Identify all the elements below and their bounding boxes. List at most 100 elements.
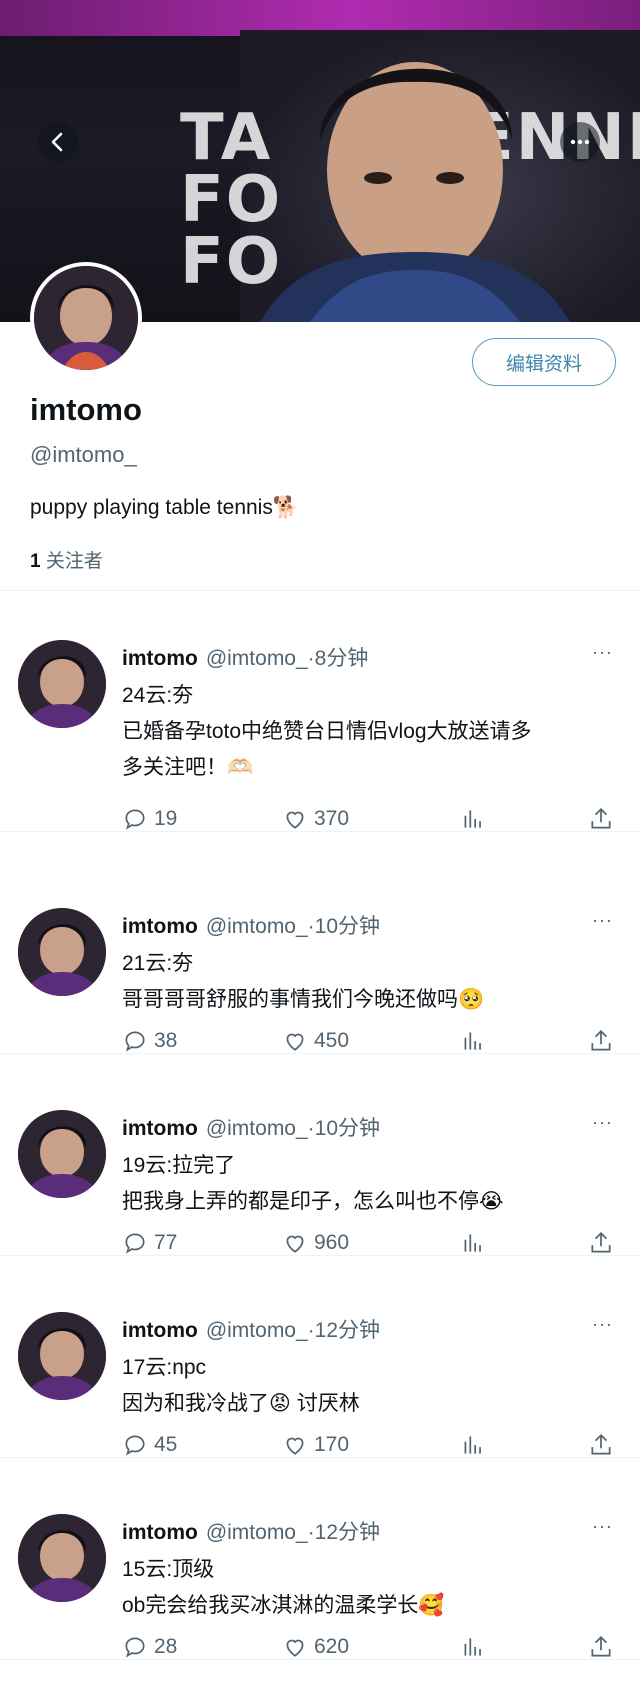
tweet-more-icon[interactable]: ··· — [592, 1516, 613, 1537]
avatar[interactable] — [18, 1110, 106, 1198]
tweet-author-name[interactable]: imtomo — [122, 1521, 198, 1544]
tweet-text-line: 多关注吧！🫶🏻 — [122, 756, 254, 779]
tweet-header: imtomo @imtomo_·8分钟 — [122, 642, 368, 672]
like-count: 620 — [314, 1635, 350, 1658]
avatar-photo — [34, 266, 138, 370]
share-button[interactable] — [588, 1028, 620, 1054]
reply-button[interactable]: 19 — [122, 806, 177, 832]
tweet-text-line: 哥哥哥哥舒服的事情我们今晚还做吗🥺 — [122, 988, 485, 1011]
share-icon — [591, 1636, 611, 1657]
heart-icon — [286, 1639, 304, 1657]
avatar[interactable] — [18, 1312, 106, 1400]
tweet-text-line: 因为和我冷战了😡 讨厌林 — [122, 1392, 360, 1415]
share-button[interactable] — [588, 806, 620, 832]
tweet-header: imtomo @imtomo_·10分钟 — [122, 1112, 380, 1142]
tweet[interactable]: imtomo @imtomo_·12分钟 ··· 17云:npc 因为和我冷战了😡… — [0, 1272, 640, 1458]
share-icon — [591, 1030, 611, 1051]
more-horizontal-icon[interactable] — [560, 122, 600, 162]
reply-count: 77 — [154, 1231, 178, 1254]
tweet-meta: @imtomo_·10分钟 — [205, 915, 381, 938]
like-count: 170 — [314, 1433, 350, 1456]
like-count: 370 — [314, 807, 350, 830]
heart-icon — [286, 811, 304, 829]
like-button[interactable]: 170 — [282, 1432, 349, 1458]
reply-button[interactable]: 45 — [122, 1432, 177, 1458]
tweet-meta: @imtomo_·12分钟 — [205, 1521, 381, 1544]
tweet[interactable]: imtomo @imtomo_·12分钟 ··· 15云:顶级 ob完会给我买冰淇… — [0, 1474, 640, 1660]
back-arrow-icon[interactable] — [38, 122, 78, 162]
tweet-actions: 19 370 — [122, 806, 622, 840]
profile-divider — [0, 590, 640, 591]
tweet-author-name[interactable]: imtomo — [122, 1319, 198, 1342]
followers-label: 关注者 — [45, 551, 103, 572]
tweet-author-name[interactable]: imtomo — [122, 915, 198, 938]
profile-display-name: imtomo — [30, 392, 142, 427]
analytics-button[interactable] — [460, 1432, 492, 1458]
avatar[interactable] — [18, 640, 106, 728]
bar-chart-icon — [464, 810, 481, 828]
like-button[interactable]: 370 — [282, 806, 349, 832]
reply-icon — [125, 1637, 145, 1658]
tweet-meta: @imtomo_·8分钟 — [205, 647, 369, 670]
share-button[interactable] — [588, 1634, 620, 1660]
tweet-actions: 38 450 — [122, 1028, 622, 1062]
tweet-author-name[interactable]: imtomo — [122, 647, 198, 670]
share-icon — [591, 808, 611, 829]
followers-count: 1 — [30, 551, 41, 572]
tweet-header: imtomo @imtomo_·12分钟 — [122, 1314, 380, 1344]
share-icon — [591, 1232, 611, 1253]
profile-avatar[interactable] — [30, 262, 142, 374]
followers-link[interactable]: 1 关注者 — [30, 546, 103, 573]
tweet-text-line: 19云:拉完了 — [122, 1154, 236, 1177]
tweet-header: imtomo @imtomo_·10分钟 — [122, 910, 380, 940]
reply-count: 19 — [154, 807, 178, 830]
reply-button[interactable]: 28 — [122, 1634, 177, 1660]
analytics-button[interactable] — [460, 1634, 492, 1660]
tweet-more-icon[interactable]: ··· — [592, 642, 613, 663]
tweet-author-name[interactable]: imtomo — [122, 1117, 198, 1140]
avatar[interactable] — [18, 908, 106, 996]
reply-button[interactable]: 77 — [122, 1230, 177, 1256]
tweet-text-line: 已婚备孕toto中绝赞台日情侣vlog大放送请多 — [122, 720, 532, 743]
reply-count: 38 — [154, 1029, 178, 1052]
tweet-more-icon[interactable]: ··· — [592, 910, 613, 931]
tweet-actions: 77 960 — [122, 1230, 622, 1264]
edit-profile-button[interactable]: 编辑资料 — [472, 338, 616, 386]
analytics-button[interactable] — [460, 1028, 492, 1054]
banner-player-photo — [260, 62, 570, 322]
tweet-more-icon[interactable]: ··· — [592, 1112, 613, 1133]
share-button[interactable] — [588, 1230, 620, 1256]
tweet-text-line: 21云:夯 — [122, 952, 194, 975]
bar-chart-icon — [464, 1638, 481, 1656]
profile-handle: @imtomo_ — [30, 442, 137, 467]
heart-icon — [286, 1235, 304, 1253]
avatar[interactable] — [18, 1514, 106, 1602]
like-button[interactable]: 450 — [282, 1028, 349, 1054]
tweet-more-icon[interactable]: ··· — [592, 1314, 613, 1335]
tweet-text-line: ob完会给我买冰淇淋的温柔学长🥰 — [122, 1594, 445, 1617]
tweet[interactable]: imtomo @imtomo_·8分钟 ··· 24云:夯 已婚备孕toto中绝赞… — [0, 600, 640, 832]
reply-icon — [125, 809, 145, 830]
analytics-button[interactable] — [460, 1230, 492, 1256]
tweet-text-line: 24云:夯 — [122, 684, 194, 707]
like-count: 960 — [314, 1231, 350, 1254]
heart-icon — [286, 1437, 304, 1455]
reply-icon — [125, 1435, 145, 1456]
tweet-header: imtomo @imtomo_·12分钟 — [122, 1516, 380, 1546]
reply-count: 28 — [154, 1635, 178, 1658]
profile-bio: puppy playing table tennis🐕 — [30, 496, 299, 519]
reply-button[interactable]: 38 — [122, 1028, 177, 1054]
reply-icon — [125, 1031, 145, 1052]
like-button[interactable]: 960 — [282, 1230, 349, 1256]
reply-count: 45 — [154, 1433, 178, 1456]
tweet-text-line: 15云:顶级 — [122, 1558, 215, 1581]
tweet-text-line: 把我身上弄的都是印子，怎么叫也不停😭 — [122, 1190, 504, 1213]
tweet[interactable]: imtomo @imtomo_·10分钟 ··· 19云:拉完了 把我身上弄的都是… — [0, 1070, 640, 1256]
like-button[interactable]: 620 — [282, 1634, 349, 1660]
share-button[interactable] — [588, 1432, 620, 1458]
tweet-actions: 45 170 — [122, 1432, 622, 1466]
tweet[interactable]: imtomo @imtomo_·10分钟 ··· 21云:夯 哥哥哥哥舒服的事情我… — [0, 868, 640, 1054]
like-count: 450 — [314, 1029, 350, 1052]
analytics-button[interactable] — [460, 806, 492, 832]
tweet-meta: @imtomo_·10分钟 — [205, 1117, 381, 1140]
